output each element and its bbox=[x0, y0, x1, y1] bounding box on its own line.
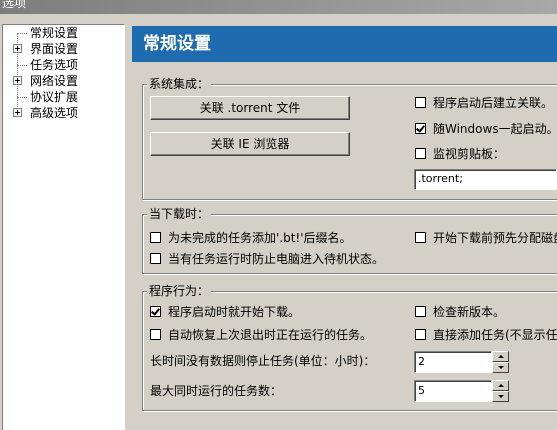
tree-item-general[interactable]: 常规设置 bbox=[3, 25, 123, 41]
checkbox-box[interactable] bbox=[150, 253, 161, 264]
group-title: 当下载时： bbox=[147, 207, 212, 221]
checkbox-label: 开始下载前预先分配磁盘 bbox=[433, 231, 557, 245]
max-tasks-input[interactable]: 5 bbox=[414, 380, 492, 402]
tree-item-protocol[interactable]: 协议扩展 bbox=[3, 89, 123, 105]
checkbox-box[interactable] bbox=[415, 232, 426, 243]
checkbox-box[interactable] bbox=[150, 232, 161, 243]
tree-item-network[interactable]: 网络设置 bbox=[3, 73, 123, 89]
tree-item-label: 常规设置 bbox=[30, 26, 79, 40]
checkbox-label: 监视剪贴板： bbox=[433, 147, 506, 161]
tree-item-label: 协议扩展 bbox=[30, 90, 79, 104]
checkbox-box[interactable] bbox=[415, 123, 426, 134]
page-header: 常规设置 bbox=[132, 26, 557, 62]
group-title: 系统集成： bbox=[147, 77, 212, 91]
window-title: 选项 bbox=[2, 0, 27, 10]
max-tasks-spinner[interactable] bbox=[492, 380, 509, 402]
tree-item-ui[interactable]: 界面设置 bbox=[3, 41, 123, 57]
checkbox-label: 程序启动后建立关联。 bbox=[433, 96, 554, 110]
tree-item-label: 界面设置 bbox=[30, 42, 79, 56]
tree-item-tasks[interactable]: 任务选项 bbox=[3, 57, 123, 73]
checkbox-box[interactable] bbox=[150, 306, 161, 317]
checkbox-box[interactable] bbox=[150, 329, 161, 340]
checkbox-label: 自动恢复上次退出时正在运行的任务。 bbox=[168, 328, 373, 342]
checkbox-box[interactable] bbox=[415, 329, 426, 340]
spin-down-arrow-icon[interactable] bbox=[492, 362, 509, 373]
idle-stop-label: 长时间没有数据则停止任务(单位：小时)： bbox=[150, 354, 376, 368]
expand-plus-icon[interactable] bbox=[13, 76, 22, 85]
spin-up-arrow-icon[interactable] bbox=[492, 380, 509, 391]
window-titlebar: 选项 bbox=[0, 0, 557, 14]
checkbox-box[interactable] bbox=[415, 97, 426, 108]
clipboard-extensions-input[interactable]: .torrent; bbox=[414, 169, 557, 190]
tree-item-label: 网络设置 bbox=[30, 74, 79, 88]
checkbox-label: 为未完成的任务添加'.bt!'后缀名。 bbox=[168, 231, 352, 245]
settings-panel: 常规设置 系统集成： 关联 .torrent 文件 关联 IE 浏览器 程序启动… bbox=[127, 21, 557, 429]
expand-plus-icon[interactable] bbox=[13, 44, 22, 53]
checkbox-label: 随Windows一起启动。 bbox=[433, 122, 557, 136]
expand-plus-icon[interactable] bbox=[13, 108, 22, 117]
checkbox-label: 程序启动时就开始下载。 bbox=[168, 305, 301, 319]
checkbox-box[interactable] bbox=[415, 148, 426, 159]
associate-ie-button[interactable]: 关联 IE 浏览器 bbox=[150, 132, 350, 156]
checkbox-label: 直接添加任务(不显示任 bbox=[433, 328, 557, 342]
idle-stop-spinner[interactable] bbox=[492, 351, 509, 373]
idle-stop-hours-input[interactable]: 2 bbox=[414, 351, 492, 373]
checkbox-label: 检查新版本。 bbox=[433, 305, 506, 319]
associate-torrent-button[interactable]: 关联 .torrent 文件 bbox=[150, 96, 350, 120]
options-tree[interactable]: 常规设置 界面设置 任务选项 网络设置 协议扩展 高级选项 bbox=[2, 24, 125, 430]
group-title: 程序行为： bbox=[147, 284, 212, 298]
spin-down-arrow-icon[interactable] bbox=[492, 391, 509, 402]
tree-item-label: 高级选项 bbox=[30, 106, 79, 120]
tree-item-label: 任务选项 bbox=[30, 58, 79, 72]
max-tasks-label: 最大同时运行的任务数： bbox=[150, 384, 283, 398]
page-title: 常规设置 bbox=[143, 34, 211, 54]
spin-up-arrow-icon[interactable] bbox=[492, 351, 509, 362]
tree-item-advanced[interactable]: 高级选项 bbox=[3, 105, 123, 121]
checkbox-box[interactable] bbox=[415, 306, 426, 317]
checkbox-label: 当有任务运行时防止电脑进入待机状态。 bbox=[168, 252, 385, 266]
